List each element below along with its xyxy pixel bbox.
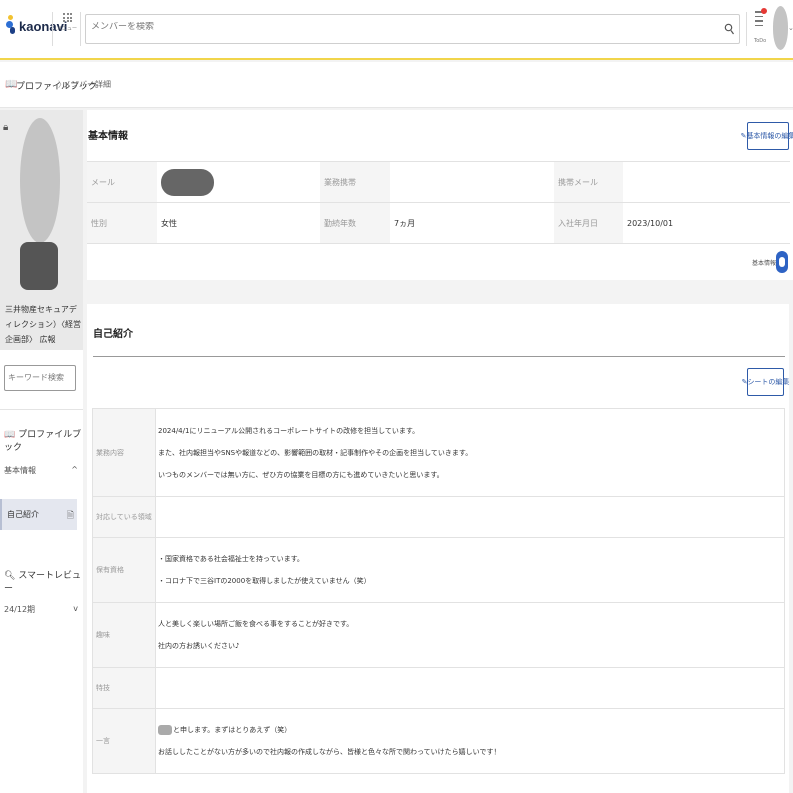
table-cell-label: メール (87, 161, 157, 203)
basic-info-table: メール 業務携帯 携帯メール 性別 女性 勤続年数 7ヵ月 入社年月日 2023… (87, 161, 790, 244)
sidebar-item-period[interactable]: 24/12期 v (4, 604, 78, 615)
basic-info-section: 基本情報 ✎ 基本情報の編集 メール 業務携帯 携帯メール 性別 女性 勤続年数 … (87, 110, 793, 280)
table-cell-value: と申します。まずはとりあえず（笑） お話ししたことがない方が多いので社内報の作成… (155, 708, 785, 774)
table-cell-value: 7ヵ月 (390, 202, 554, 244)
sidebar-item-label: 基本情報 (4, 466, 36, 475)
table-row: 性別 女性 勤続年数 7ヵ月 入社年月日 2023/10/01 (87, 202, 790, 244)
table-row: 対応している領域 (92, 496, 785, 538)
table-cell-label: 一言 (92, 708, 156, 774)
self-intro-section: 自己紹介 ✎ シートの編集 業務内容 2024/4/1にリニューアル公開されるコー… (87, 304, 789, 793)
table-cell-label: 趣味 (92, 602, 156, 668)
table-cell-value (623, 161, 790, 203)
sidebar-item-label: プロファイルブック (4, 430, 82, 453)
email-redacted (161, 168, 214, 196)
profile-card: 🔒︎ 三井物産セキュアディレクション）〈経営企画部〉 広報 (0, 110, 83, 350)
table-cell-value (155, 496, 785, 538)
todo-list-icon (751, 11, 771, 26)
table-row: 一言 と申します。まずはとりあえず（笑） お話ししたことがない方が多いので社内報… (92, 708, 785, 774)
notification-badge (761, 8, 767, 14)
breadcrumb-current: メンバー詳細 (63, 80, 111, 89)
table-row: 業務内容 2024/4/1にリニューアル公開されるコーポレートサイトの改修を担当… (92, 408, 785, 497)
member-name-redacted (20, 242, 58, 290)
grid-menu-icon (63, 13, 72, 22)
table-cell-value (155, 667, 785, 709)
sidebar-divider (0, 409, 83, 410)
sidebar-item-label: 自己紹介 (7, 510, 39, 519)
user-avatar[interactable] (773, 6, 788, 50)
table-cell-value: 2024/4/1にリニューアル公開されるコーポレートサイトの改修を担当しています… (155, 408, 785, 497)
sidebar-item-profile-book[interactable]: 📖 プロファイルブック (4, 427, 83, 453)
basic-info-toggle[interactable] (776, 251, 788, 273)
header-divider (52, 12, 53, 46)
table-cell-label: 入社年月日 (554, 202, 623, 244)
header-divider (746, 12, 747, 46)
table-cell-label: 対応している領域 (92, 496, 156, 538)
member-search-input[interactable] (91, 22, 691, 32)
sidebar-item-label: スマートレビュー (4, 571, 82, 594)
table-cell-label: 携帯メール (554, 161, 623, 203)
profile-book-icon: 📖 (4, 430, 16, 440)
logo-mark-icon (6, 15, 16, 37)
table-row: 保有資格 ・国家資格である社会福祉士を持っています。 ・コロナ下で三谷ITの20… (92, 537, 785, 603)
table-cell-label: 特技 (92, 667, 156, 709)
member-search (85, 14, 740, 44)
table-cell-value: 2023/10/01 (623, 202, 790, 244)
smart-review-icon: 🔍︎ (4, 571, 16, 581)
edit-basic-info-button[interactable]: ✎ 基本情報の編集 (741, 122, 793, 150)
member-photo (20, 118, 60, 243)
table-cell-label: 業務携帯 (320, 161, 390, 203)
table-cell-value: 人と美しく楽しい場所ご飯を食べる事をすることが好きです。 社内の方お誘いください… (155, 602, 785, 668)
table-cell-label: 保有資格 (92, 537, 156, 603)
menu-button[interactable]: メニュー (57, 13, 77, 47)
chevron-down-icon[interactable]: v (73, 604, 78, 613)
menu-label: メニュー (57, 26, 78, 32)
name-redacted (158, 725, 172, 735)
chevron-up-icon[interactable]: ^ (71, 465, 78, 474)
header-divider (80, 12, 81, 46)
keyword-search-input[interactable] (8, 373, 72, 382)
section-title: 自己紹介 (93, 329, 133, 340)
table-cell-value: 女性 (157, 202, 320, 244)
table-cell-value (157, 161, 320, 203)
sidebar: 🔒︎ 三井物産セキュアディレクション）〈経営企画部〉 広報 📖 プロファイルブッ… (0, 110, 83, 793)
table-row: メール 業務携帯 携帯メール (87, 161, 790, 203)
table-row: 趣味 人と美しく楽しい場所ご飯を食べる事をすることが好きです。 社内の方お誘いく… (92, 602, 785, 668)
sidebar-item-label: 24/12期 (4, 605, 36, 614)
todo-button[interactable]: ToDo (751, 8, 771, 50)
table-cell-label: 勤続年数 (320, 202, 390, 244)
sidebar-item-basic-info[interactable]: 基本情報 ^ (4, 465, 78, 476)
app-header: kaonavi メニュー ToDo ⌄ (0, 0, 793, 60)
table-cell-label: 性別 (87, 202, 157, 244)
section-title: 基本情報 (88, 131, 128, 142)
edit-sheet-button[interactable]: ✎ シートの編集 (742, 368, 789, 396)
sidebar-item-smart-review[interactable]: 🔍︎ スマートレビュー (4, 568, 83, 594)
table-cell-label: 業務内容 (92, 408, 156, 497)
sidebar-item-self-intro[interactable]: 自己紹介 🗎 (0, 499, 77, 530)
search-icon[interactable] (724, 23, 734, 35)
section-divider (93, 356, 785, 357)
keyword-search (4, 365, 76, 391)
chevron-down-icon[interactable]: ⌄ (788, 24, 793, 32)
table-row: 特技 (92, 667, 785, 709)
table-cell-value (390, 161, 554, 203)
document-icon: 🗎 (66, 511, 74, 521)
lock-icon[interactable]: 🔒︎ (3, 122, 8, 133)
member-department: 三井物産セキュアディレクション）〈経営企画部〉 広報 (5, 305, 81, 344)
breadcrumb: 📖 プロファイルブック 〉 メンバー詳細 (0, 62, 793, 108)
todo-label: ToDo (754, 38, 767, 44)
self-intro-table: 業務内容 2024/4/1にリニューアル公開されるコーポレートサイトの改修を担当… (92, 408, 785, 774)
table-cell-value: ・国家資格である社会福祉士を持っています。 ・コロナ下で三谷ITの2000を取得… (155, 537, 785, 603)
